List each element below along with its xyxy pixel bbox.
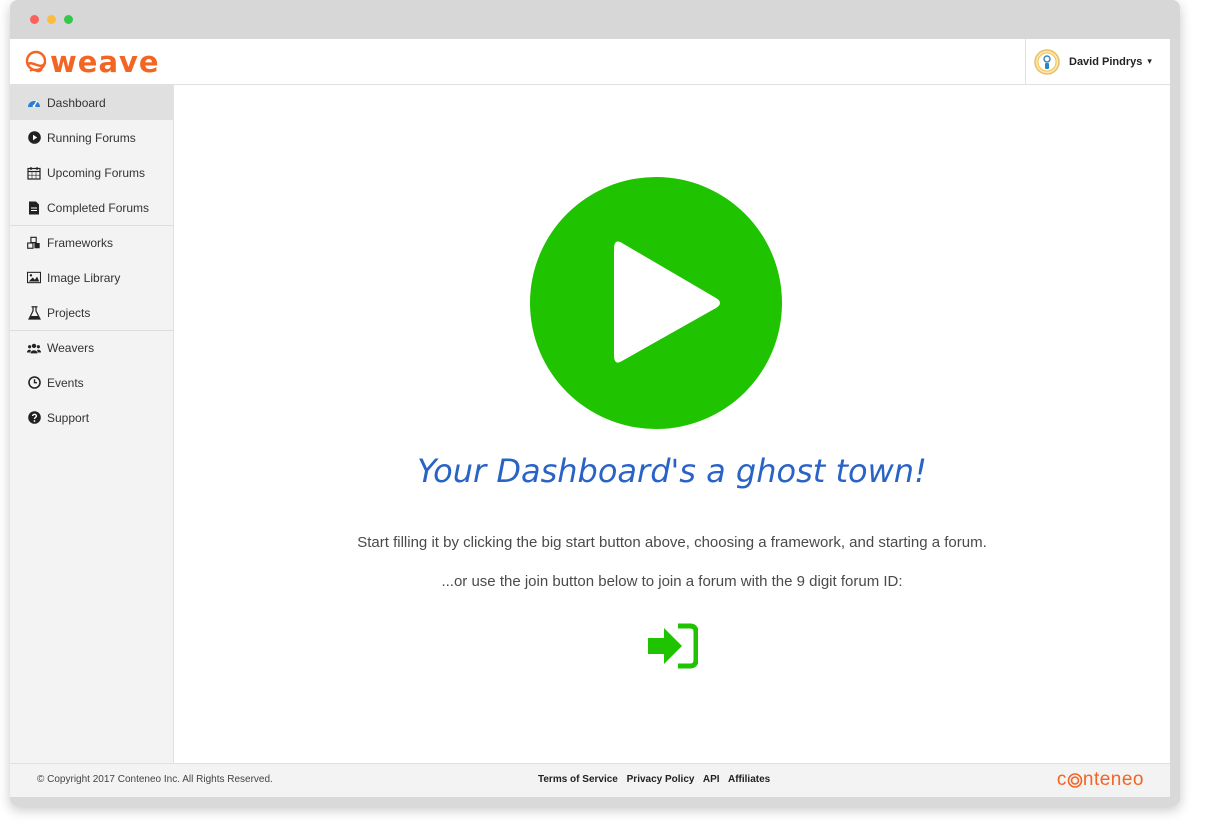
- sidebar-item-label: Frameworks: [47, 236, 114, 250]
- footer-links: Terms of Service Privacy Policy API Affi…: [538, 774, 776, 785]
- dashboard-icon: [27, 96, 41, 110]
- users-icon: [27, 341, 41, 355]
- join-forum-button[interactable]: [646, 622, 698, 670]
- sidebar-item-events[interactable]: Events: [10, 365, 173, 400]
- cubes-icon: [27, 236, 41, 250]
- sidebar-item-label: Image Library: [47, 270, 121, 285]
- sidebar-item-image-library[interactable]: Image Library: [10, 260, 173, 295]
- sidebar-item-completed-forums[interactable]: Completed Forums: [10, 190, 173, 225]
- sidebar-item-weavers[interactable]: Weavers: [10, 330, 173, 365]
- weave-logo[interactable]: weave: [24, 46, 160, 78]
- avatar: [1034, 48, 1060, 75]
- brand-text-end: nteneo: [1082, 769, 1144, 790]
- sidebar-item-running-forums[interactable]: Running Forums: [10, 120, 173, 155]
- conteneo-logo[interactable]: c nteneo: [1057, 769, 1144, 791]
- play-circle-icon: [27, 131, 41, 145]
- close-window-button[interactable]: [30, 15, 39, 24]
- copyright-text: © Copyright 2017 Conteneo Inc. All Right…: [37, 774, 273, 785]
- document-icon: [27, 201, 41, 215]
- question-circle-icon: [27, 411, 41, 425]
- app-header: weave David Pindrys ▾: [10, 39, 1170, 85]
- empty-state-heading: Your Dashboard's a ghost town!: [417, 452, 927, 490]
- brand-text-start: c: [1056, 769, 1067, 790]
- sidebar-item-label: Weavers: [47, 341, 95, 355]
- sidebar-item-label: Running Forums: [47, 130, 136, 145]
- user-name: David Pindrys: [1069, 55, 1143, 68]
- user-menu[interactable]: David Pindrys ▾: [1025, 39, 1170, 84]
- sidebar-item-support[interactable]: Support: [10, 400, 173, 435]
- minimize-window-button[interactable]: [47, 15, 56, 24]
- sidebar-item-frameworks[interactable]: Frameworks: [10, 225, 173, 260]
- dashboard-main: Your Dashboard's a ghost town! Start fil…: [174, 85, 1170, 763]
- window-titlebar: [10, 0, 1180, 39]
- sidebar-item-label: Dashboard: [47, 95, 106, 110]
- sidebar-item-dashboard[interactable]: Dashboard: [10, 85, 173, 120]
- browser-window: weave David Pindrys ▾ Dashboard Running …: [10, 0, 1180, 806]
- privacy-policy-link[interactable]: Privacy Policy: [627, 774, 695, 785]
- image-icon: [27, 271, 41, 285]
- start-forum-button[interactable]: [530, 177, 782, 429]
- weave-logo-icon: [25, 50, 47, 73]
- api-link[interactable]: API: [703, 774, 720, 785]
- sidebar-item-upcoming-forums[interactable]: Upcoming Forums: [10, 155, 173, 190]
- sidebar-item-label: Upcoming Forums: [47, 165, 146, 180]
- sidebar-item-label: Completed Forums: [47, 200, 150, 215]
- logo-wordmark: weave: [50, 45, 160, 79]
- join-hint-text: ...or use the join button below to join …: [441, 573, 903, 590]
- sidebar-item-projects[interactable]: Projects: [10, 295, 173, 330]
- sidebar-item-label: Projects: [47, 305, 91, 320]
- sidebar: Dashboard Running Forums Upcoming Forums…: [10, 85, 174, 763]
- terms-of-service-link[interactable]: Terms of Service: [538, 774, 618, 785]
- affiliates-link[interactable]: Affiliates: [728, 774, 770, 785]
- start-hint-text: Start filling it by clicking the big sta…: [357, 534, 987, 551]
- conteneo-ring-icon: [1067, 773, 1083, 788]
- sidebar-item-label: Support: [47, 410, 90, 425]
- maximize-window-button[interactable]: [64, 15, 73, 24]
- clock-icon: [27, 376, 41, 390]
- chevron-down-icon: ▾: [1147, 56, 1152, 66]
- flask-icon: [27, 305, 41, 320]
- app-footer: © Copyright 2017 Conteneo Inc. All Right…: [10, 763, 1170, 797]
- calendar-icon: [27, 166, 41, 180]
- sidebar-item-label: Events: [47, 375, 84, 390]
